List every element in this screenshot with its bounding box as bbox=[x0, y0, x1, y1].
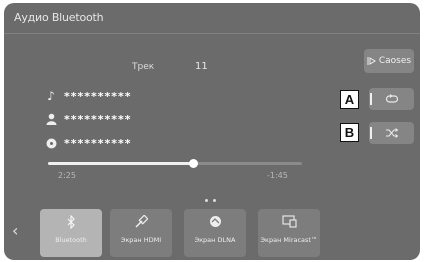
chevron-left-icon[interactable]: ‹ bbox=[12, 221, 18, 240]
app-tile-bluetooth[interactable]: Bluetooth bbox=[40, 209, 102, 257]
source-button-label: Caoses bbox=[378, 56, 412, 66]
app-label: Экран HDMI bbox=[120, 236, 162, 244]
callout-a: A bbox=[340, 90, 359, 109]
track-number: 11 bbox=[195, 61, 208, 72]
shuffle-icon bbox=[385, 128, 398, 138]
usb-cable-icon bbox=[134, 214, 149, 233]
song-title: ********** bbox=[64, 89, 132, 103]
app-tile-miracast[interactable]: Экран Miracast™ bbox=[258, 209, 320, 257]
header-divider bbox=[4, 33, 420, 34]
page-indicator bbox=[205, 199, 216, 202]
artist-icon bbox=[44, 112, 58, 126]
elapsed-time: 2:25 bbox=[58, 171, 76, 180]
shuffle-button[interactable] bbox=[369, 122, 414, 144]
progress-knob[interactable] bbox=[188, 159, 198, 168]
music-note-icon: ♪ bbox=[47, 89, 55, 103]
remaining-time: -1:45 bbox=[267, 171, 288, 180]
source-button[interactable]: Caoses bbox=[364, 49, 414, 73]
song-title-row: ♪ ********** bbox=[44, 88, 132, 104]
page-title: Аудио Bluetooth bbox=[14, 11, 104, 24]
audio-bluetooth-screen: Аудио Bluetooth Caoses Трек 11 ♪ *******… bbox=[4, 3, 420, 260]
repeat-icon bbox=[385, 94, 398, 103]
repeat-button[interactable] bbox=[369, 88, 414, 110]
app-label: Экран DLNA bbox=[194, 236, 236, 244]
page-dot bbox=[205, 199, 208, 202]
artist-row: ********** bbox=[44, 111, 132, 127]
button-divider bbox=[370, 127, 372, 139]
album-name: ********** bbox=[64, 136, 132, 150]
button-divider bbox=[370, 93, 372, 105]
miracast-icon bbox=[281, 215, 297, 233]
app-label: Bluetooth bbox=[55, 236, 87, 244]
bluetooth-icon bbox=[67, 214, 76, 233]
album-row: ********** bbox=[44, 135, 132, 151]
track-label: Трек bbox=[132, 62, 155, 72]
page-dot bbox=[213, 199, 216, 202]
callout-b: B bbox=[340, 123, 359, 142]
album-icon bbox=[44, 136, 58, 150]
artist-name: ********** bbox=[64, 112, 132, 126]
progress-bar[interactable] bbox=[48, 159, 302, 168]
app-tile-hdmi[interactable]: Экран HDMI bbox=[110, 209, 172, 257]
source-icon bbox=[367, 57, 376, 65]
app-label: Экран Miracast™ bbox=[260, 236, 318, 244]
dlna-icon bbox=[209, 215, 222, 233]
app-tile-dlna[interactable]: Экран DLNA bbox=[184, 209, 246, 257]
progress-fill bbox=[48, 162, 193, 165]
